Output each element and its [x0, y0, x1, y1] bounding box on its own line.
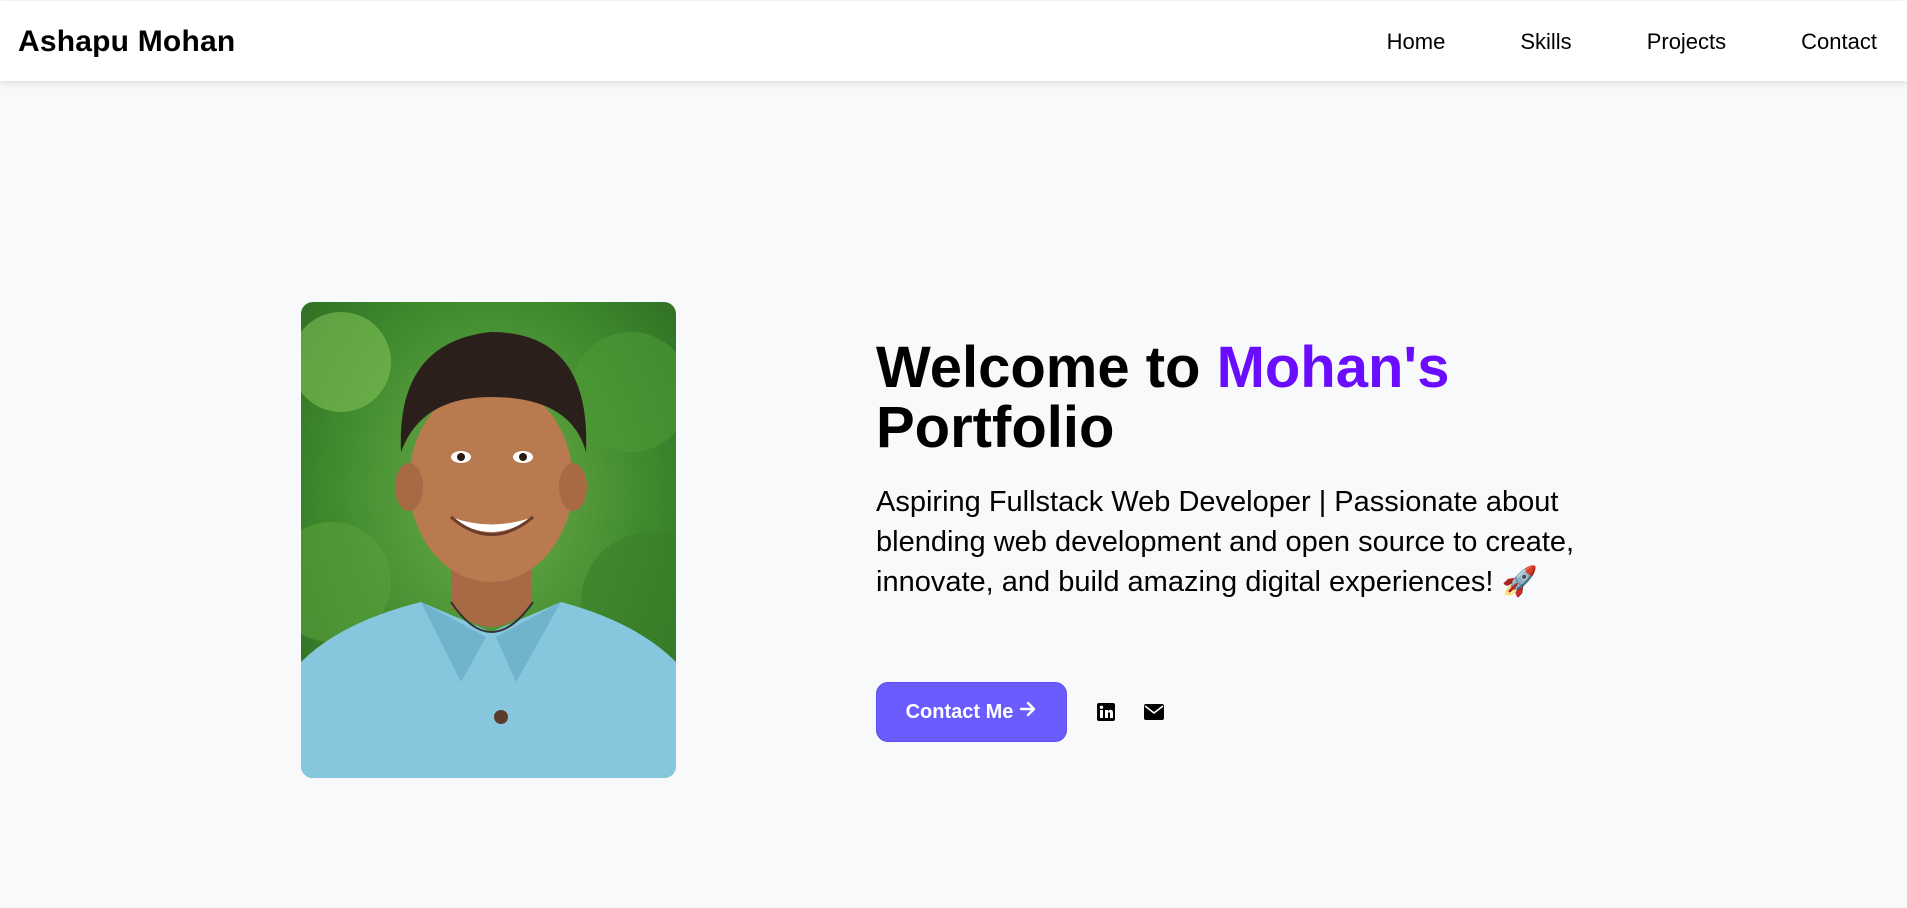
nav-links: Home Skills Projects Contact: [1312, 1, 1877, 83]
nav-contact[interactable]: Contact: [1801, 29, 1877, 55]
hero-actions: Contact Me: [876, 682, 1165, 742]
linkedin-icon[interactable]: [1095, 701, 1117, 723]
envelope-icon[interactable]: [1143, 701, 1165, 723]
nav-skills[interactable]: Skills: [1520, 29, 1571, 55]
contact-me-button[interactable]: Contact Me: [876, 682, 1067, 742]
hero-title-prefix: Welcome to: [876, 335, 1217, 400]
hero-subtitle: Aspiring Fullstack Web Developer | Passi…: [876, 486, 1575, 598]
hero-title-suffix: Portfolio: [876, 395, 1115, 460]
contact-me-label: Contact Me: [905, 700, 1014, 723]
hero-title: Welcome to Mohan's Portfolio: [876, 338, 1596, 458]
arrow-right-icon: [1019, 700, 1037, 724]
hero-text: Welcome to Mohan's Portfolio Aspiring Ful…: [876, 338, 1596, 602]
profile-photo: [301, 302, 676, 778]
navbar: Ashapu Mohan Home Skills Projects Contac…: [0, 1, 1907, 81]
nav-projects[interactable]: Projects: [1647, 29, 1726, 55]
hero-title-accent: Mohan's: [1216, 335, 1450, 400]
nav-home[interactable]: Home: [1387, 29, 1446, 55]
brand-logo[interactable]: Ashapu Mohan: [18, 1, 235, 83]
